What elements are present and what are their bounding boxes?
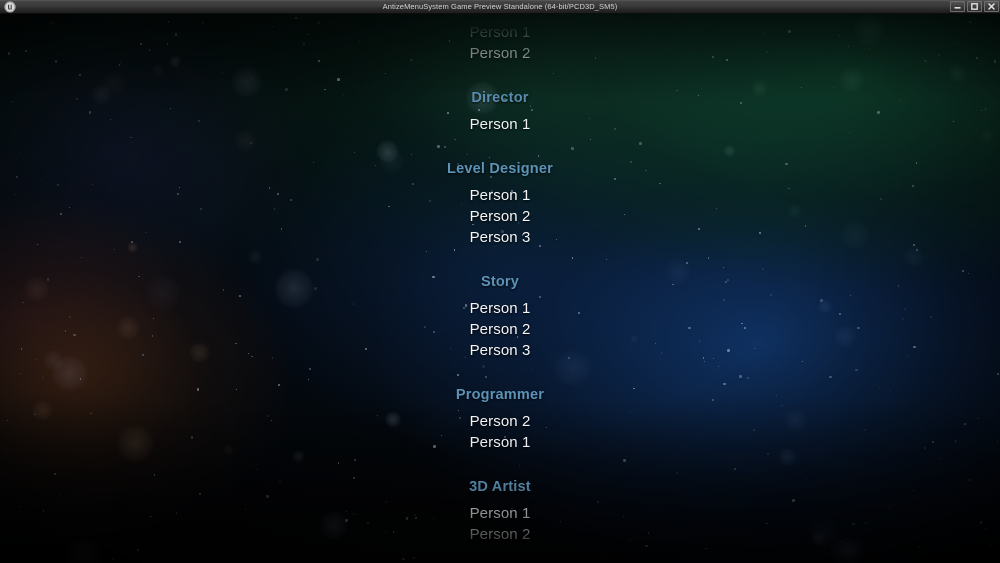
credit-name: Person 1	[0, 298, 1000, 319]
maximize-button[interactable]	[967, 1, 982, 12]
credit-section: A Game ByPerson 1Person 2	[0, 14, 1000, 64]
credit-section-header: Programmer	[0, 385, 1000, 406]
credit-section: Level Designer Person 1Person 2Person 3	[0, 159, 1000, 248]
credit-section-gap	[0, 248, 1000, 272]
game-window: AntizeMenuSystem Game Preview Standalone…	[0, 0, 1000, 563]
credit-name: Person 1	[0, 503, 1000, 524]
credit-section-header: 3D Artist	[0, 477, 1000, 498]
credit-section-header: Director	[0, 88, 1000, 109]
credit-section-header: Level Designer	[0, 159, 1000, 180]
game-viewport[interactable]: A Game ByPerson 1Person 2 Director Person …	[0, 14, 1000, 563]
window-controls	[950, 1, 999, 12]
credit-section-gap	[0, 135, 1000, 159]
credit-name: Person 1	[0, 432, 1000, 453]
credit-section: Director Person 1	[0, 88, 1000, 135]
credit-name: Person 2	[0, 319, 1000, 340]
credit-section-gap	[0, 361, 1000, 385]
credit-name: Person 1	[0, 185, 1000, 206]
credit-section-gap	[0, 453, 1000, 477]
window-titlebar[interactable]: AntizeMenuSystem Game Preview Standalone…	[0, 0, 1000, 14]
credit-section-gap	[0, 64, 1000, 88]
credit-name: Person 1	[0, 114, 1000, 135]
credit-name: Person 1	[0, 22, 1000, 43]
credit-name: Person 2	[0, 524, 1000, 545]
unreal-engine-icon	[2, 0, 18, 13]
minimize-button[interactable]	[950, 1, 965, 12]
credit-section-header: Story	[0, 272, 1000, 293]
credit-section: 3D Artist Person 1Person 2	[0, 477, 1000, 545]
credit-name: Person 2	[0, 43, 1000, 64]
credits-roll: A Game ByPerson 1Person 2 Director Person …	[0, 14, 1000, 545]
window-title: AntizeMenuSystem Game Preview Standalone…	[0, 0, 1000, 13]
credits-fade-mask: A Game ByPerson 1Person 2 Director Person …	[0, 14, 1000, 563]
close-button[interactable]	[984, 1, 999, 12]
credit-section: Programmer Person 2Person 1	[0, 385, 1000, 453]
credit-name: Person 3	[0, 227, 1000, 248]
credit-section: Story Person 1Person 2Person 3	[0, 272, 1000, 361]
credit-name: Person 2	[0, 206, 1000, 227]
credit-name: Person 3	[0, 340, 1000, 361]
credit-name: Person 2	[0, 411, 1000, 432]
